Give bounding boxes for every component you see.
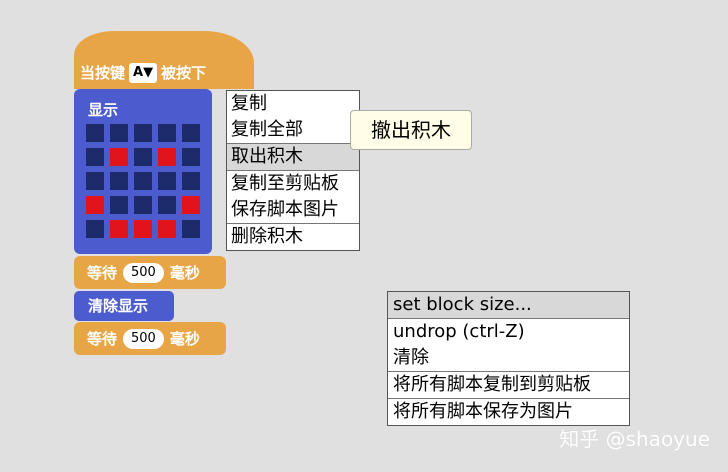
canvas-context-menu: set block size... undrop (ctrl-Z) 清除 将所有… — [387, 291, 630, 426]
led-cell[interactable] — [110, 148, 128, 166]
led-cell[interactable] — [110, 124, 128, 142]
menu-item-copy-all-scripts[interactable]: 将所有脚本复制到剪贴板 — [388, 371, 629, 398]
menu-item-duplicate[interactable]: 复制 — [227, 91, 359, 117]
led-cell[interactable] — [158, 124, 176, 142]
hat-block-prefix: 当按键 — [80, 64, 126, 82]
wait-ms-block[interactable]: 等待 500 毫秒 — [74, 256, 226, 289]
led-cell[interactable] — [182, 172, 200, 190]
led-cell[interactable] — [158, 172, 176, 190]
wait-unit: 毫秒 — [169, 264, 200, 282]
led-cell[interactable] — [182, 124, 200, 142]
wait-ms-block[interactable]: 等待 500 毫秒 — [74, 322, 226, 355]
led-cell[interactable] — [134, 172, 152, 190]
led-matrix[interactable] — [86, 124, 200, 238]
display-block-label: 显示 — [88, 101, 119, 119]
clear-display-block[interactable]: 清除显示 — [74, 291, 174, 321]
led-cell[interactable] — [86, 124, 104, 142]
led-cell[interactable] — [134, 220, 152, 238]
menu-item-copy-to-clipboard[interactable]: 复制至剪贴板 — [227, 171, 359, 197]
led-cell[interactable] — [86, 196, 104, 214]
led-cell[interactable] — [110, 220, 128, 238]
menu-tooltip: 撤出积木 — [350, 110, 472, 150]
wait-unit: 毫秒 — [169, 330, 200, 348]
led-cell[interactable] — [134, 148, 152, 166]
key-dropdown[interactable]: A▼ — [129, 62, 158, 83]
led-cell[interactable] — [86, 148, 104, 166]
menu-item-clean-up[interactable]: 清除 — [388, 345, 629, 371]
when-key-pressed-row: 当按键 A▼ 被按下 — [80, 62, 206, 83]
led-cell[interactable] — [158, 196, 176, 214]
menu-item-save-script-image[interactable]: 保存脚本图片 — [227, 197, 359, 223]
menu-item-delete-block[interactable]: 删除积木 — [227, 223, 359, 250]
watermark: 知乎 @shaoyue — [559, 427, 710, 451]
block-context-menu: 复制 复制全部 取出积木 复制至剪贴板 保存脚本图片 删除积木 — [226, 90, 360, 251]
menu-item-extract-block[interactable]: 取出积木 — [227, 143, 359, 171]
hat-block-suffix: 被按下 — [161, 64, 207, 82]
led-cell[interactable] — [134, 124, 152, 142]
led-cell[interactable] — [86, 172, 104, 190]
led-cell[interactable] — [86, 220, 104, 238]
menu-item-save-all-scripts-image[interactable]: 将所有脚本保存为图片 — [388, 398, 629, 425]
wait-label: 等待 — [87, 264, 118, 282]
wait-label: 等待 — [87, 330, 118, 348]
led-cell[interactable] — [158, 220, 176, 238]
led-cell[interactable] — [182, 220, 200, 238]
led-cell[interactable] — [134, 196, 152, 214]
led-cell[interactable] — [110, 196, 128, 214]
led-cell[interactable] — [182, 148, 200, 166]
menu-item-duplicate-all[interactable]: 复制全部 — [227, 117, 359, 143]
led-cell[interactable] — [158, 148, 176, 166]
led-cell[interactable] — [110, 172, 128, 190]
wait-ms-input[interactable]: 500 — [123, 328, 164, 349]
wait-ms-input[interactable]: 500 — [123, 262, 164, 283]
menu-item-undrop[interactable]: undrop (ctrl-Z) — [388, 319, 629, 345]
led-cell[interactable] — [182, 196, 200, 214]
menu-item-set-block-size[interactable]: set block size... — [388, 292, 629, 319]
